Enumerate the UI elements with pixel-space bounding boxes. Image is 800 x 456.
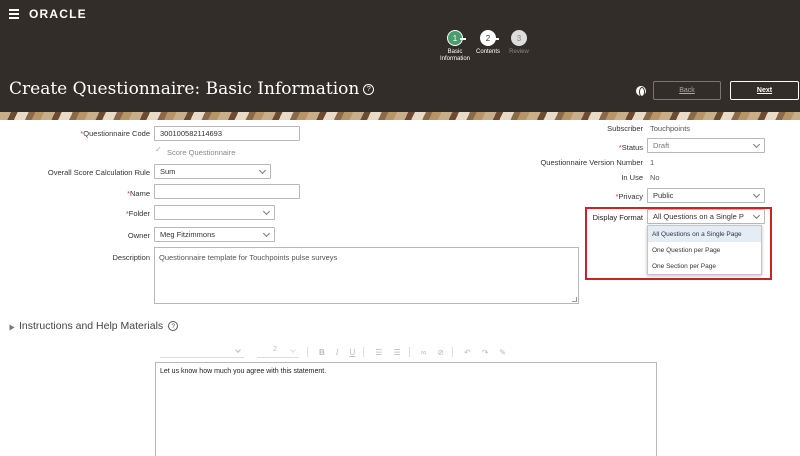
next-button[interactable]: Next	[730, 81, 799, 100]
description-textarea[interactable]: Questionnaire template for Touchpoints p…	[154, 247, 579, 304]
version-label: Questionnaire Version Number	[540, 158, 643, 167]
undo-icon[interactable]: ↶	[464, 348, 471, 357]
decorative-banner	[0, 112, 800, 120]
italic-icon[interactable]: I	[336, 348, 339, 357]
version-value: 1	[650, 158, 655, 167]
status-select[interactable]: Draft	[647, 138, 765, 153]
page-header: ORACLE 1 Basic Information 2 Contents 3 …	[0, 0, 800, 112]
toolbar-divider	[451, 347, 453, 357]
score-questionnaire-checkbox	[155, 145, 163, 155]
in-use-label: In Use	[621, 173, 643, 182]
toolbar-divider	[408, 347, 410, 357]
editor-text: Let us know how much you agree with this…	[160, 368, 327, 375]
back-button[interactable]: Back	[653, 81, 721, 100]
chevron-down-icon	[262, 229, 271, 238]
step-number: 3	[511, 30, 527, 46]
bold-icon[interactable]: B	[319, 348, 325, 357]
page-title-text: Create Questionnaire: Basic Information	[9, 79, 360, 99]
chevron-down-icon	[752, 140, 761, 149]
bulleted-list-icon[interactable]: ☰	[393, 348, 400, 357]
section-title: Instructions and Help Materials	[19, 320, 164, 332]
link-icon[interactable]: ∞	[421, 348, 427, 357]
toolbar-divider	[307, 347, 308, 357]
chevron-down-icon	[752, 190, 761, 199]
privacy-select[interactable]: Public	[647, 188, 765, 203]
clear-format-icon[interactable]: ✎	[499, 348, 506, 357]
font-family-select[interactable]	[160, 346, 244, 358]
unlink-icon[interactable]: ⊘	[437, 348, 444, 357]
underline-icon[interactable]: U	[349, 348, 355, 357]
folder-select[interactable]	[154, 205, 275, 220]
collapse-triangle-icon[interactable]	[9, 324, 15, 330]
redo-icon[interactable]: ↷	[482, 348, 489, 357]
in-use-value: No	[650, 173, 660, 182]
page-title: Create Questionnaire: Basic Information?	[9, 79, 375, 99]
folder-label: *Folder	[125, 209, 150, 218]
rich-text-toolbar: 2 B I U ☰ ☰ ∞ ⊘ ↶ ↷ ✎	[160, 345, 520, 359]
display-format-highlight	[585, 207, 772, 280]
step-label: Review	[509, 49, 529, 55]
subscriber-value: Touchpoints	[650, 124, 691, 133]
help-icon[interactable]: ?	[363, 84, 375, 95]
description-label: Description	[112, 253, 150, 262]
name-label: *Name	[127, 189, 150, 198]
chevron-down-icon	[262, 207, 271, 216]
questionnaire-code-field[interactable]: 300100582114693	[154, 126, 300, 141]
help-icon[interactable]: ?	[168, 321, 179, 331]
score-questionnaire-label: Score Questionnaire	[167, 148, 236, 157]
numbered-list-icon[interactable]: ☰	[375, 348, 382, 357]
status-label: *Status	[618, 143, 643, 152]
questionnaire-code-label: *Questionnaire Code	[80, 129, 150, 138]
globe-icon[interactable]	[636, 86, 646, 97]
oracle-logo: ORACLE	[29, 7, 87, 21]
step-label: Information	[439, 56, 470, 62]
menu-icon[interactable]	[9, 9, 19, 19]
name-field[interactable]	[154, 184, 300, 199]
instructions-section-header[interactable]: Instructions and Help Materials ?	[9, 320, 179, 332]
owner-label: Owner	[127, 231, 150, 240]
chevron-down-icon	[235, 347, 241, 353]
calc-rule-label: Overall Score Calculation Rule	[47, 168, 150, 177]
calc-rule-select[interactable]: Sum	[154, 164, 271, 179]
owner-select[interactable]: Meg Fitzimmons	[154, 227, 275, 242]
chevron-down-icon	[290, 347, 296, 353]
description-text: Questionnaire template for Touchpoints p…	[159, 253, 338, 262]
process-train: 1 Basic Information 2 Contents 3 Review	[430, 30, 540, 70]
toolbar-divider	[363, 347, 365, 357]
subscriber-label: Subscriber	[607, 124, 643, 133]
privacy-label: *Privacy	[615, 192, 643, 201]
instructions-editor[interactable]: Let us know how much you agree with this…	[155, 362, 657, 456]
font-size-select[interactable]: 2	[257, 346, 299, 358]
chevron-down-icon	[258, 166, 267, 175]
train-step-review: 3 Review	[494, 30, 544, 56]
resize-handle[interactable]	[572, 297, 577, 302]
